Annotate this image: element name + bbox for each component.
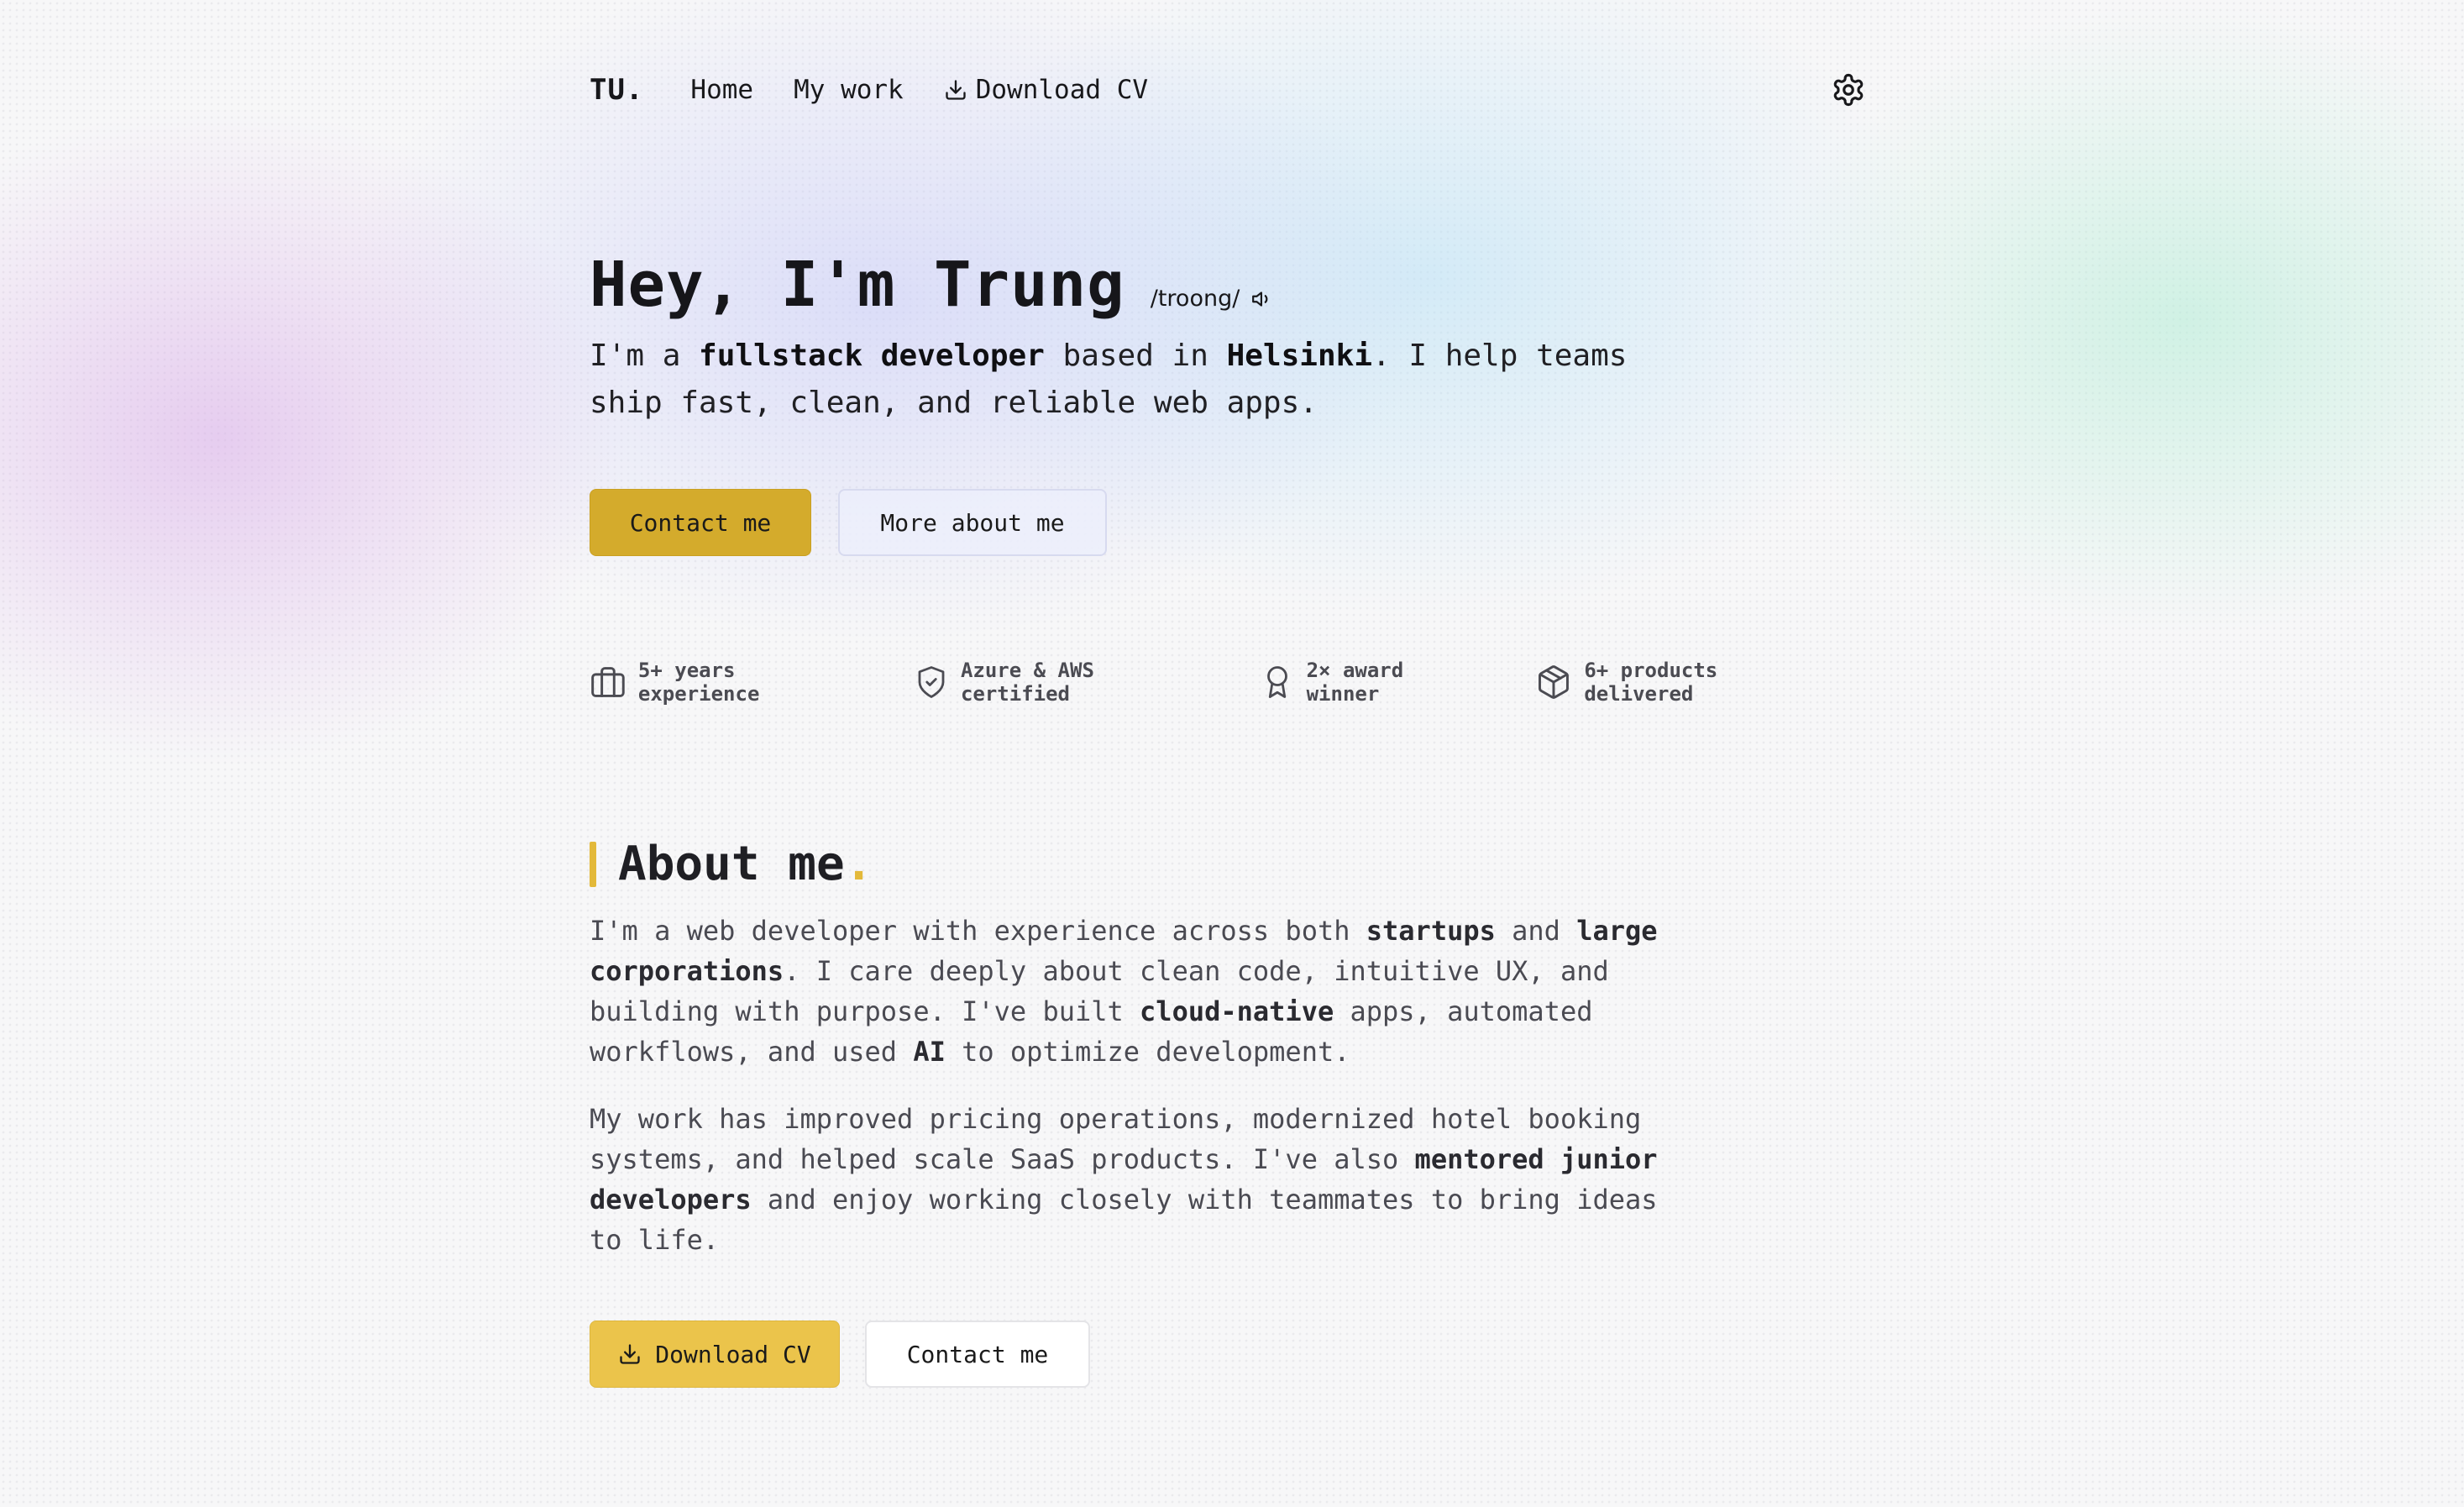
- stat-products-label: 6+ products delivered: [1584, 659, 1718, 706]
- about-contact-button[interactable]: Contact me: [865, 1321, 1090, 1388]
- stat-certified-label: Azure & AWS certified: [960, 659, 1094, 706]
- gear-icon: [1833, 73, 1864, 107]
- about-paragraph-1: I'm a web developer with experience acro…: [590, 911, 1681, 1072]
- hero-intro-text-2: based in: [1044, 339, 1227, 373]
- about-contact-label: Contact me: [906, 1340, 1049, 1368]
- hero-title-row: Hey, I'm Trung /troong/: [590, 249, 1273, 321]
- stat-products: 6+ products delivered: [1535, 659, 1827, 706]
- hero-intro-role: fullstack developer: [699, 339, 1045, 373]
- about-p1-text-2: and: [1495, 915, 1577, 947]
- pronunciation-text: /troong/: [1150, 286, 1240, 312]
- about-p1-text-1: I'm a web developer with experience acro…: [590, 915, 1366, 947]
- nav-my-work-link[interactable]: My work: [794, 75, 904, 105]
- nav-home-label: Home: [690, 75, 754, 105]
- stat-certified: Azure & AWS certified: [914, 659, 1204, 706]
- about-p1-startups: startups: [1366, 915, 1496, 947]
- hero-intro-text-1: I'm a: [590, 339, 700, 373]
- nav-home-link[interactable]: Home: [690, 75, 753, 105]
- package-icon: [1539, 665, 1570, 699]
- nav-download-cv-label: Download CV: [975, 75, 1149, 105]
- award-icon: [1266, 666, 1287, 698]
- about-heading: About me: [618, 837, 845, 891]
- about-heading-dot: .: [844, 837, 873, 891]
- stat-experience-label: 5+ years experience: [637, 659, 760, 706]
- speaker-icon[interactable]: [1251, 288, 1273, 310]
- stat-awards: 2× award winner: [1260, 659, 1481, 706]
- about-p1-text-5: to optimize development.: [945, 1036, 1350, 1068]
- nav-my-work-label: My work: [794, 75, 904, 105]
- hero-heading: Hey, I'm Trung: [590, 249, 1125, 321]
- hero-contact-label: Contact me: [629, 508, 772, 537]
- pronunciation: /troong/: [1151, 286, 1274, 312]
- about-p1-ai: AI: [913, 1036, 946, 1068]
- settings-button[interactable]: [1831, 72, 1866, 108]
- about-download-cv-button[interactable]: Download CV: [590, 1321, 840, 1388]
- stat-awards-label: 2× award winner: [1306, 659, 1404, 706]
- briefcase-icon: [591, 667, 625, 697]
- about-download-cv-label: Download CV: [655, 1340, 811, 1368]
- stats-row: 5+ years experience Azure & AWS certifie…: [590, 659, 1883, 706]
- shield-check-icon: [918, 666, 945, 698]
- nav-download-cv-link[interactable]: Download CV: [944, 75, 1148, 105]
- hero-intro-city: Helsinki: [1226, 339, 1372, 373]
- about-accent-bar: [590, 841, 596, 887]
- more-about-label: More about me: [880, 508, 1065, 537]
- about-p1-cloud-native: cloud-native: [1140, 995, 1334, 1027]
- more-about-button[interactable]: More about me: [838, 489, 1107, 556]
- about-title-row: About me .: [590, 837, 873, 891]
- top-nav: TU. Home My work Download CV: [590, 69, 1866, 111]
- logo[interactable]: TU.: [590, 73, 643, 107]
- about-paragraph-2: My work has improved pricing operations,…: [590, 1099, 1681, 1260]
- download-icon: [946, 80, 966, 100]
- hero-contact-button[interactable]: Contact me: [590, 489, 811, 556]
- stat-experience: 5+ years experience: [590, 659, 858, 706]
- hero-intro: I'm a fullstack developer based in Helsi…: [590, 333, 1681, 427]
- download-icon: [620, 1344, 640, 1364]
